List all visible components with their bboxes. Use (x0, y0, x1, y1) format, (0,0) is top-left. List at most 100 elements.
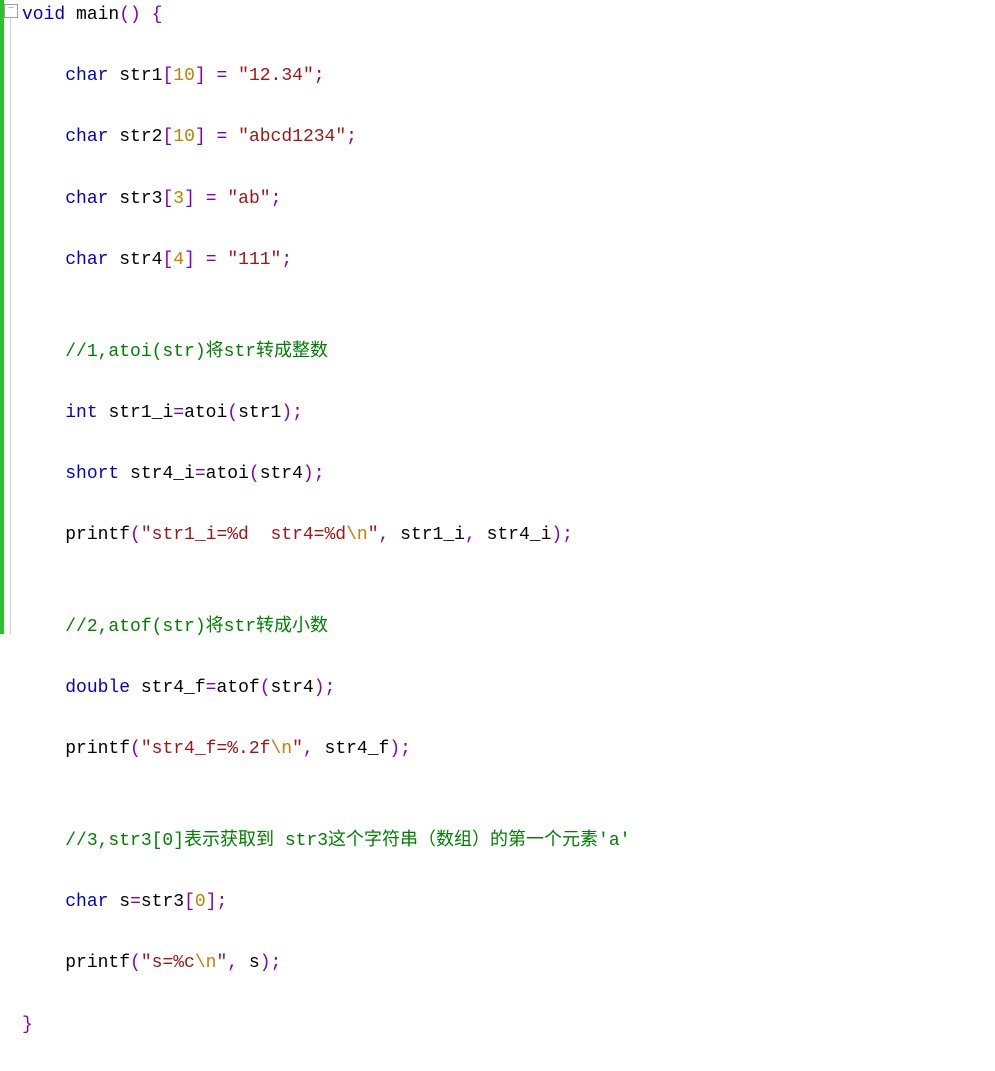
code-token: str1 (119, 66, 162, 86)
code-line: int str1_i=atoi(str1); (22, 398, 991, 429)
code-line: //2,atof(str)将str转成小数 (22, 612, 991, 643)
code-token (238, 953, 249, 973)
code-token: ] (184, 189, 195, 209)
code-line: char str2[10] = "abcd1234"; (22, 122, 991, 153)
code-token: ; (314, 66, 325, 86)
code-token: char (65, 127, 108, 147)
code-token: ] (195, 127, 206, 147)
code-token (108, 66, 119, 86)
code-token (22, 525, 65, 545)
code-token (217, 189, 228, 209)
code-token: ]; (206, 892, 228, 912)
code-token: = (206, 189, 217, 209)
code-token (217, 250, 228, 270)
code-token: atof (216, 678, 259, 698)
code-token: ] (184, 250, 195, 270)
code-token (476, 525, 487, 545)
fold-guide-line (10, 18, 11, 634)
code-editor: − void main() { char str1[10] = "12.34";… (0, 0, 995, 634)
code-token: ; (271, 189, 282, 209)
code-token: double (65, 678, 130, 698)
code-token: 4 (173, 250, 184, 270)
code-token (195, 189, 206, 209)
code-token: , (303, 739, 314, 759)
code-token (22, 892, 65, 912)
code-token: = (217, 66, 228, 86)
code-line: //1,atoi(str)将str转成整数 (22, 337, 991, 368)
code-token: 0 (195, 892, 206, 912)
code-line: char str1[10] = "12.34"; (22, 61, 991, 92)
code-token (314, 739, 325, 759)
fold-toggle-icon[interactable]: − (4, 4, 18, 18)
code-token: " (368, 525, 379, 545)
code-token (108, 189, 119, 209)
code-token: ( (130, 739, 141, 759)
code-token (22, 342, 65, 362)
code-token: str4 (260, 464, 303, 484)
code-token: ; (346, 127, 357, 147)
code-token: "111" (227, 250, 281, 270)
code-token (22, 464, 65, 484)
code-token (108, 127, 119, 147)
code-token: = (206, 678, 217, 698)
code-token (195, 250, 206, 270)
code-token: void (22, 5, 65, 25)
code-token: , (465, 525, 476, 545)
code-token (22, 127, 65, 147)
code-token: 10 (173, 66, 195, 86)
code-line: char str3[3] = "ab"; (22, 184, 991, 215)
code-line: } (22, 1010, 991, 1041)
code-token: ); (281, 403, 303, 423)
code-token (22, 189, 65, 209)
code-token: , (227, 953, 238, 973)
code-token: str4 (119, 250, 162, 270)
code-token: [ (184, 892, 195, 912)
code-token: = (217, 127, 228, 147)
code-token: printf (65, 739, 130, 759)
code-token: "str1_i=%d str4=%d (141, 525, 346, 545)
code-line: printf("str1_i=%d str4=%d\n", str1_i, st… (22, 520, 991, 551)
code-token: , (379, 525, 390, 545)
code-token: char (65, 892, 108, 912)
code-token (206, 127, 217, 147)
code-token: 3 (173, 189, 184, 209)
code-token (108, 250, 119, 270)
code-token: //3,str3[0]表示获取到 str3这个字符串（数组）的第一个元素'a' (65, 831, 630, 851)
code-token: short (65, 464, 119, 484)
code-line: double str4_f=atof(str4); (22, 673, 991, 704)
code-token: ); (389, 739, 411, 759)
code-token: printf (65, 953, 130, 973)
code-token (389, 525, 400, 545)
code-token: main (76, 5, 119, 25)
code-token: "s=%c (141, 953, 195, 973)
fold-gutter: − (4, 0, 18, 634)
code-token: str1 (238, 403, 281, 423)
code-token: ( (227, 403, 238, 423)
code-line: void main() { (22, 0, 991, 31)
code-token (206, 66, 217, 86)
code-line: printf("s=%c\n", s); (22, 948, 991, 979)
code-token: { (152, 5, 163, 25)
code-token: atoi (184, 403, 227, 423)
code-line: short str4_i=atoi(str4); (22, 459, 991, 490)
code-token (22, 739, 65, 759)
code-token: ( (130, 953, 141, 973)
code-token: str4_f (141, 678, 206, 698)
code-token: "abcd1234" (238, 127, 346, 147)
code-token: str3 (141, 892, 184, 912)
code-token: s (249, 953, 260, 973)
code-token (22, 953, 65, 973)
code-token: str4_i (130, 464, 195, 484)
code-token: str4_f (325, 739, 390, 759)
code-token: str4_i (487, 525, 552, 545)
code-token (227, 127, 238, 147)
code-token (22, 831, 65, 851)
code-token: atoi (206, 464, 249, 484)
code-token (227, 66, 238, 86)
code-token: str2 (119, 127, 162, 147)
code-area[interactable]: void main() { char str1[10] = "12.34"; c… (18, 0, 995, 634)
code-line: //3,str3[0]表示获取到 str3这个字符串（数组）的第一个元素'a' (22, 826, 991, 857)
code-token: [ (162, 189, 173, 209)
code-token: int (65, 403, 97, 423)
code-token: = (206, 250, 217, 270)
